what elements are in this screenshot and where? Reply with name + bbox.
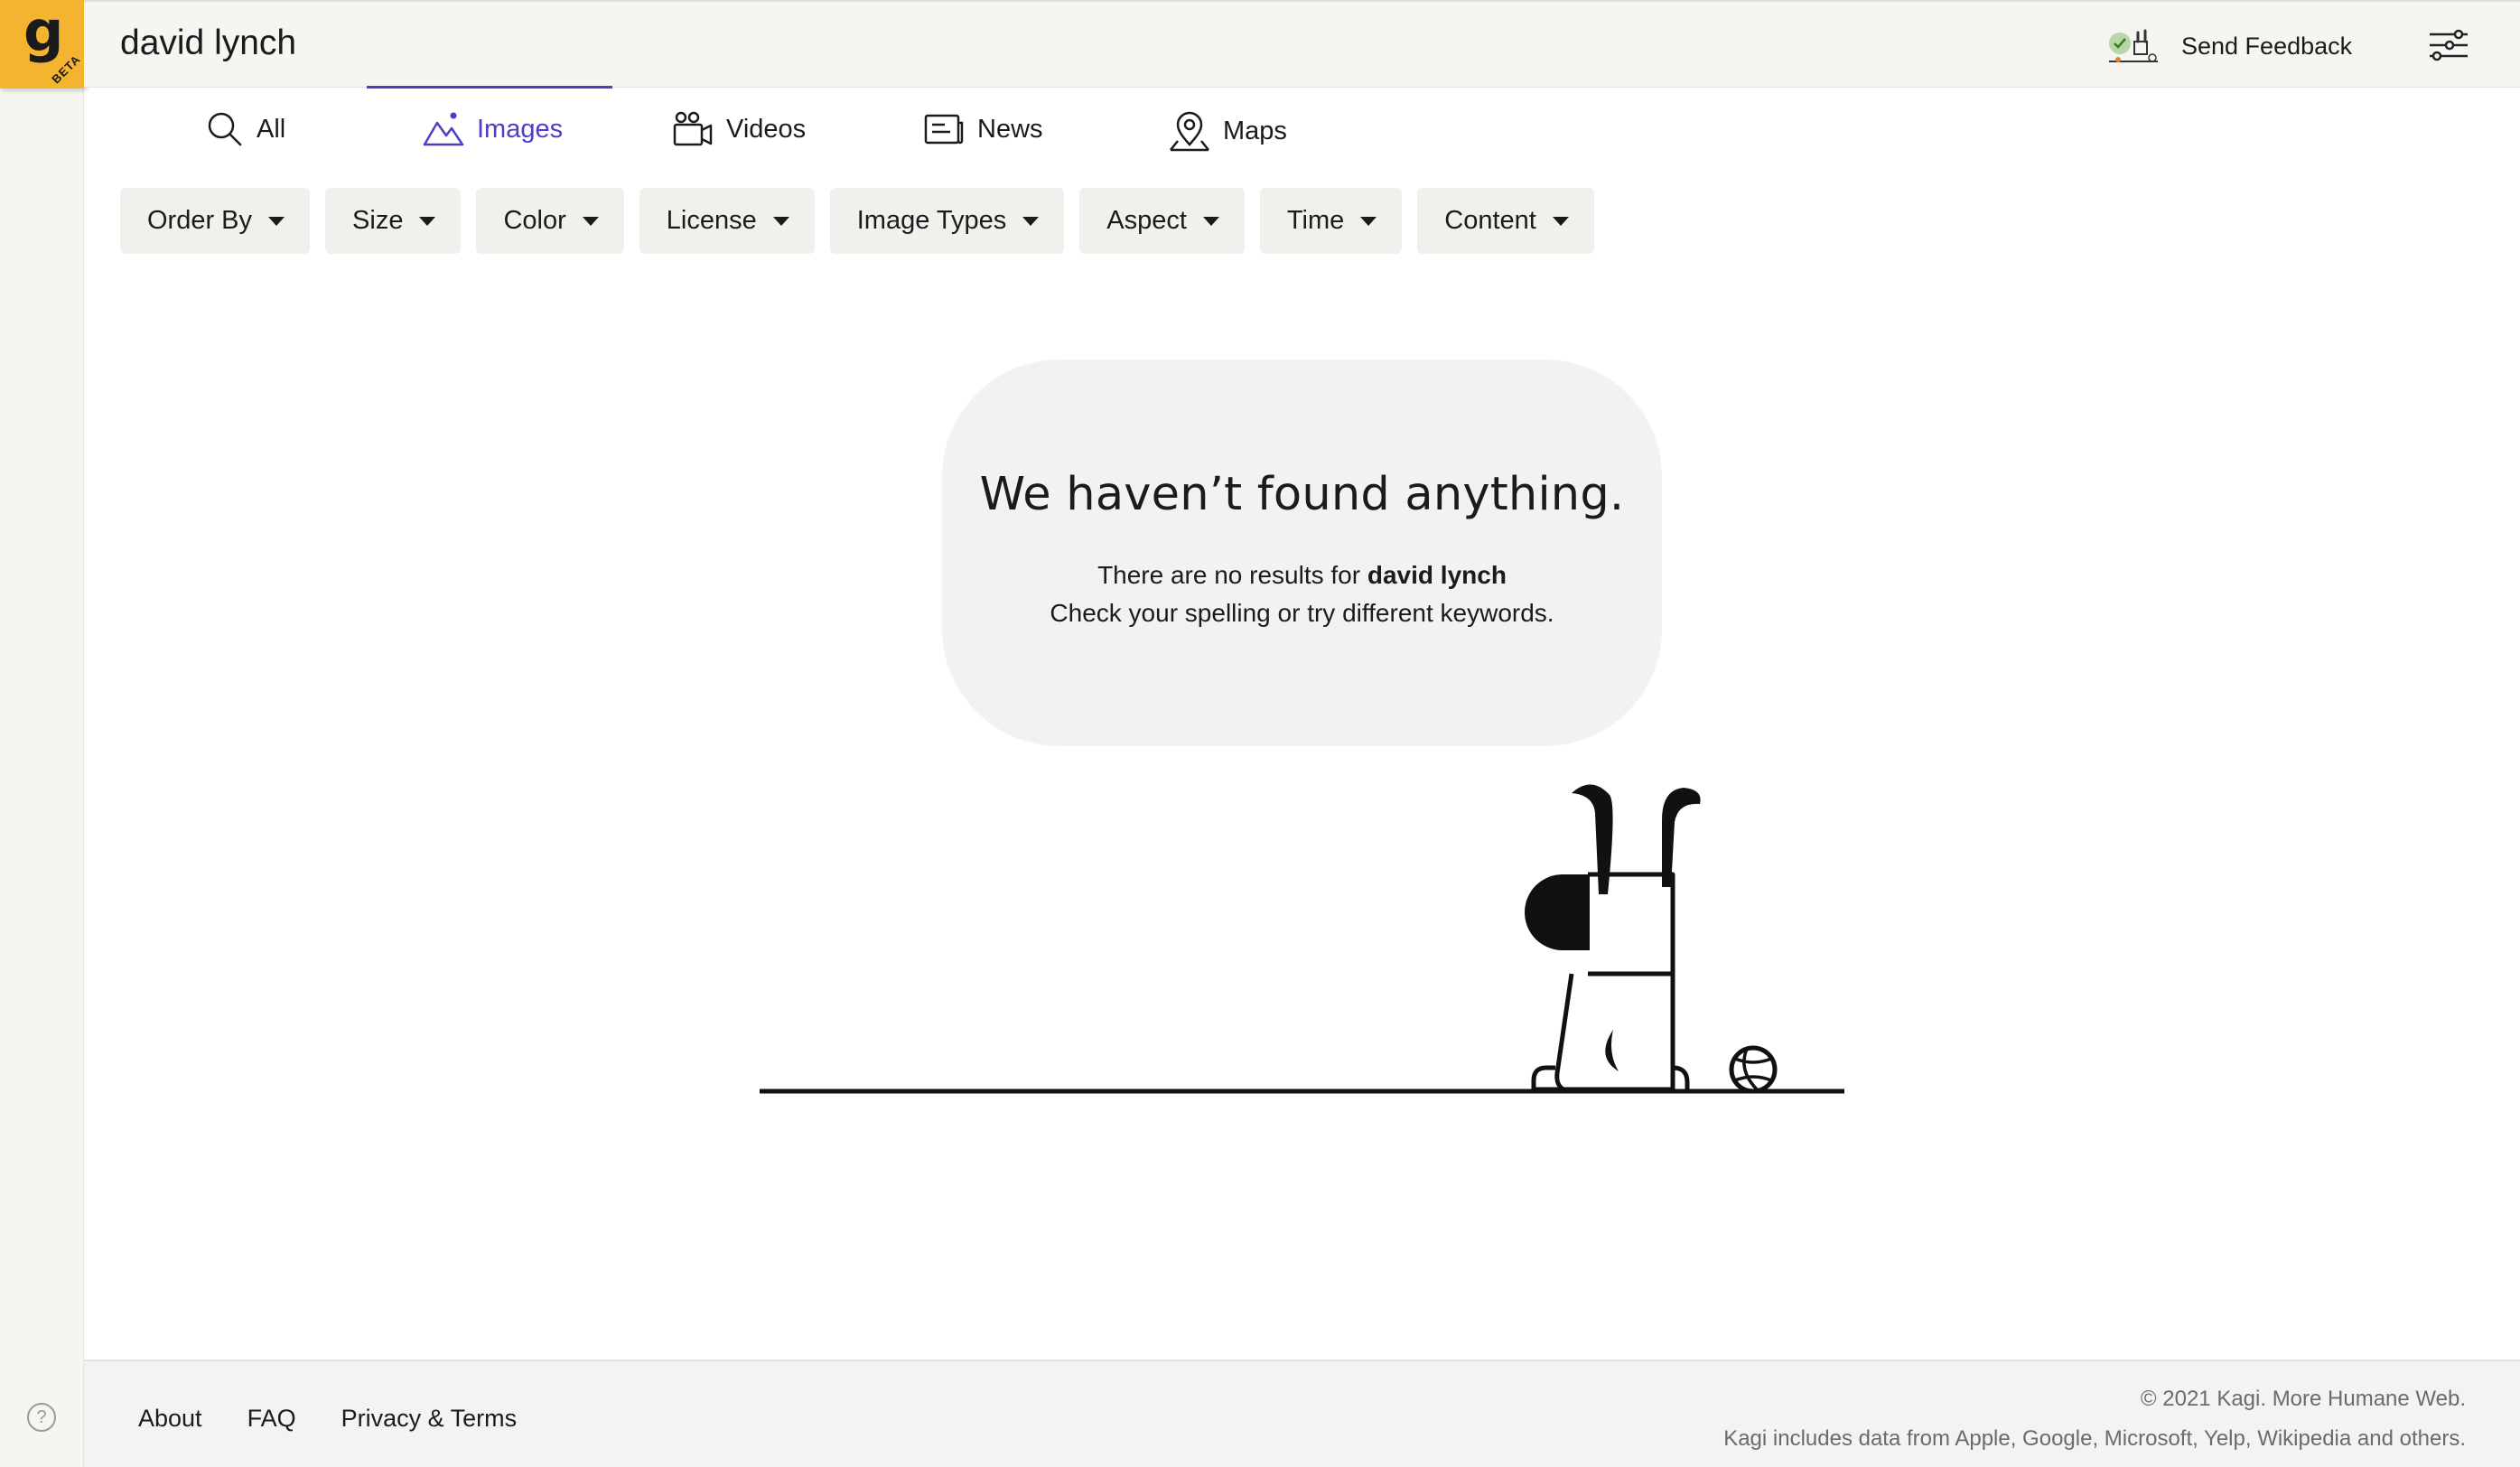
filter-color[interactable]: Color xyxy=(476,188,624,254)
filter-label: Size xyxy=(352,206,404,235)
footer-links: About FAQ Privacy & Terms xyxy=(138,1405,562,1433)
footer: About FAQ Privacy & Terms © 2021 Kagi. M… xyxy=(84,1360,2520,1467)
tab-label: Images xyxy=(477,114,564,144)
help-icon[interactable]: ? xyxy=(27,1403,56,1432)
filter-label: Content xyxy=(1444,206,1536,235)
empty-state-bubble: We haven’t found anything. There are no … xyxy=(942,360,1662,746)
filter-size[interactable]: Size xyxy=(325,188,462,254)
footer-link-faq[interactable]: FAQ xyxy=(247,1405,296,1433)
search-query[interactable]: david lynch xyxy=(120,23,296,63)
tab-label: Maps xyxy=(1223,116,1287,145)
tab-label: Videos xyxy=(726,114,807,144)
filter-content[interactable]: Content xyxy=(1417,188,1594,254)
message-query: david lynch xyxy=(1367,561,1507,589)
filter-label: Order By xyxy=(147,206,253,235)
video-camera-icon xyxy=(673,111,713,146)
header: david lynch Send Feedback xyxy=(84,0,2520,88)
search-tabs: All Images Videos News Maps xyxy=(0,89,2520,175)
tab-news[interactable]: News xyxy=(923,110,1043,148)
caret-down-icon xyxy=(1022,216,1040,226)
filter-label: Image Types xyxy=(856,206,1007,235)
filter-label: License xyxy=(666,206,757,235)
tab-all[interactable]: All xyxy=(206,110,285,148)
logo-letter: g xyxy=(23,0,64,64)
left-rail: g BETA ? xyxy=(0,0,87,1467)
footer-link-privacy-terms[interactable]: Privacy & Terms xyxy=(341,1405,518,1433)
kagi-logo[interactable]: g BETA xyxy=(0,0,87,89)
tab-videos[interactable]: Videos xyxy=(672,110,806,148)
caret-down-icon xyxy=(1360,216,1377,226)
filter-label: Aspect xyxy=(1106,206,1187,235)
filter-label: Color xyxy=(503,206,566,235)
caret-down-icon xyxy=(268,216,285,226)
message-prefix: There are no results for xyxy=(1097,561,1367,589)
upside-down-dog-illustration xyxy=(760,784,1844,1094)
caret-down-icon xyxy=(582,216,599,226)
image-icon xyxy=(423,112,464,146)
caret-down-icon xyxy=(419,216,436,226)
filter-aspect[interactable]: Aspect xyxy=(1079,188,1245,254)
tab-images[interactable]: Images xyxy=(423,110,563,148)
page: g BETA ? david lynch Send Feedback All I… xyxy=(0,0,2520,1467)
settings-sliders-icon[interactable] xyxy=(2428,27,2469,68)
data-credits-text: Kagi includes data from Apple, Google, M… xyxy=(1723,1426,2466,1451)
footer-link-about[interactable]: About xyxy=(138,1405,202,1433)
filter-label: Time xyxy=(1286,206,1345,235)
caret-down-icon xyxy=(1552,216,1569,226)
filter-image-types[interactable]: Image Types xyxy=(829,188,1065,254)
filter-license[interactable]: License xyxy=(639,188,815,254)
send-feedback-button[interactable]: Send Feedback xyxy=(2107,25,2352,67)
tab-maps[interactable]: Maps xyxy=(1169,110,1287,152)
copyright-text: © 2021 Kagi. More Humane Web. xyxy=(2140,1387,2466,1411)
send-feedback-label: Send Feedback xyxy=(2181,32,2353,60)
news-icon xyxy=(924,114,964,145)
tab-label: News xyxy=(977,114,1043,144)
filter-time[interactable]: Time xyxy=(1259,188,1403,254)
caret-down-icon xyxy=(772,216,789,226)
empty-state-hint: Check your spelling or try different key… xyxy=(1050,599,1554,627)
feedback-illustration-icon xyxy=(2109,29,2158,62)
filter-order-by[interactable]: Order By xyxy=(120,188,311,254)
map-pin-icon xyxy=(1170,111,1209,152)
empty-state-message: There are no results for david lynch xyxy=(942,561,1662,590)
tab-label: All xyxy=(257,114,286,144)
filter-bar: Order By Size Color License Image Types … xyxy=(120,188,1610,254)
search-icon xyxy=(208,112,242,146)
empty-state-title: We haven’t found anything. xyxy=(979,468,1625,521)
caret-down-icon xyxy=(1202,216,1219,226)
